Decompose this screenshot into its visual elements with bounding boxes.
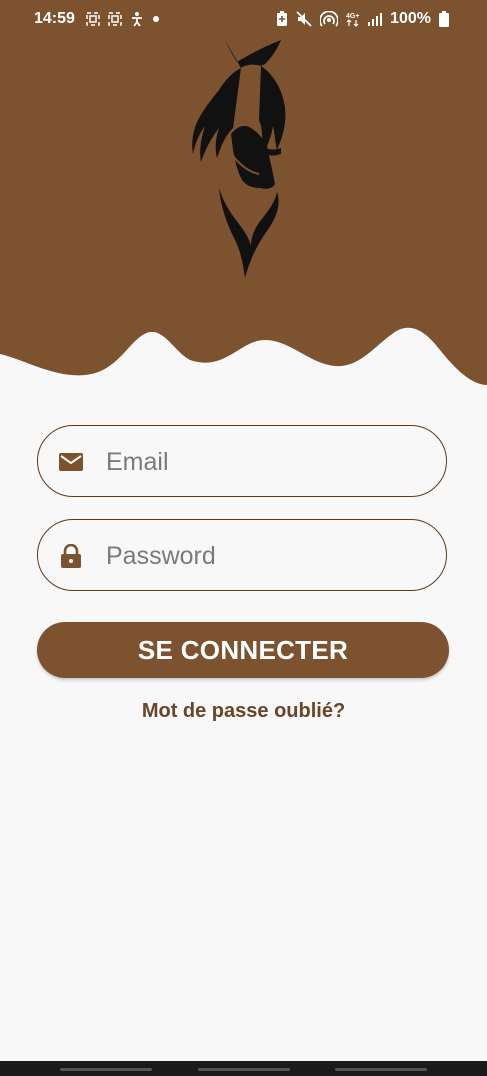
hotspot-icon: [320, 11, 339, 27]
email-field[interactable]: [37, 425, 447, 498]
battery-percent: 100%: [390, 10, 431, 27]
horse-head-icon: [192, 40, 286, 278]
status-bar: 14:59 4G+ 100%: [0, 0, 487, 40]
forgot-password-link[interactable]: Mot de passe oublié?: [0, 700, 487, 723]
battery-saver-icon: [277, 11, 288, 26]
status-time: 14:59: [34, 10, 75, 27]
login-button[interactable]: SE CONNECTER: [37, 622, 449, 678]
status-icons-left: [86, 11, 160, 27]
screenshot-icon: [108, 12, 122, 26]
accessibility-icon: [132, 12, 142, 27]
dot-icon: [153, 16, 159, 22]
navigation-bar: [0, 1061, 487, 1076]
nav-home-button[interactable]: [198, 1068, 290, 1071]
header-banner: 14:59 4G+ 100%: [0, 0, 487, 400]
status-icons-right: 4G+ 100%: [276, 10, 449, 28]
password-field[interactable]: [37, 519, 447, 592]
battery-icon: [439, 11, 449, 27]
nav-back-button[interactable]: [335, 1068, 427, 1071]
password-input[interactable]: [104, 520, 428, 592]
4g-icon: 4G+: [346, 13, 360, 27]
lock-icon: [61, 544, 81, 568]
mute-icon: [296, 11, 312, 27]
email-input[interactable]: [104, 426, 428, 498]
signal-icon: [368, 13, 383, 26]
nav-recent-apps-button[interactable]: [60, 1068, 152, 1071]
screenshot-icon: [86, 12, 100, 26]
svg-text:4G+: 4G+: [346, 13, 359, 20]
envelope-icon: [59, 453, 83, 471]
